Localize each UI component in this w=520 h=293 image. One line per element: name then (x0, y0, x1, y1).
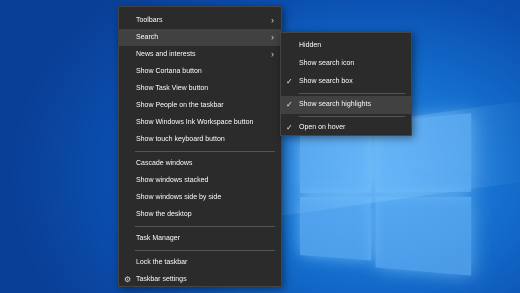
menu-separator (135, 226, 275, 227)
menu-item-toolbars[interactable]: Toolbars › (119, 12, 281, 29)
submenu-item-show-search-highlights[interactable]: ✓ Show search highlights (281, 96, 411, 114)
menu-separator (135, 250, 275, 251)
chevron-right-icon: › (271, 32, 274, 42)
menu-item-show-windows-stacked[interactable]: Show windows stacked (119, 172, 281, 189)
menu-item-task-manager[interactable]: Task Manager (119, 230, 281, 247)
taskbar-context-menu: Toolbars › Search › News and interests ›… (118, 6, 282, 287)
submenu-item-open-on-hover[interactable]: ✓ Open on hover (281, 119, 411, 137)
menu-item-show-task-view-button[interactable]: Show Task View button (119, 80, 281, 97)
submenu-item-hidden[interactable]: Hidden (281, 37, 411, 55)
checkmark-icon: ✓ (286, 123, 293, 132)
checkmark-icon: ✓ (286, 77, 293, 86)
checkmark-icon: ✓ (286, 100, 293, 109)
menu-item-show-ink-workspace[interactable]: Show Windows Ink Workspace button (119, 114, 281, 131)
submenu-separator (299, 116, 405, 117)
menu-item-show-windows-side-by-side[interactable]: Show windows side by side (119, 189, 281, 206)
menu-item-cascade-windows[interactable]: Cascade windows (119, 155, 281, 172)
menu-item-lock-taskbar[interactable]: Lock the taskbar (119, 254, 281, 271)
menu-item-show-touch-keyboard[interactable]: Show touch keyboard button (119, 131, 281, 148)
menu-item-show-desktop[interactable]: Show the desktop (119, 206, 281, 223)
chevron-right-icon: › (271, 49, 274, 59)
menu-item-search[interactable]: Search › (119, 29, 281, 46)
menu-item-taskbar-settings[interactable]: ⚙ Taskbar settings (119, 271, 281, 288)
search-submenu: Hidden Show search icon ✓ Show search bo… (280, 32, 412, 136)
menu-item-show-people[interactable]: Show People on the taskbar (119, 97, 281, 114)
submenu-item-show-search-box[interactable]: ✓ Show search box (281, 73, 411, 91)
menu-item-news-and-interests[interactable]: News and interests › (119, 46, 281, 63)
chevron-right-icon: › (271, 15, 274, 25)
submenu-item-show-search-icon[interactable]: Show search icon (281, 55, 411, 73)
gear-icon: ⚙ (124, 275, 132, 284)
submenu-separator (299, 93, 405, 94)
windows-logo-wallpaper (300, 113, 472, 276)
menu-item-show-cortana-button[interactable]: Show Cortana button (119, 63, 281, 80)
menu-separator (135, 151, 275, 152)
